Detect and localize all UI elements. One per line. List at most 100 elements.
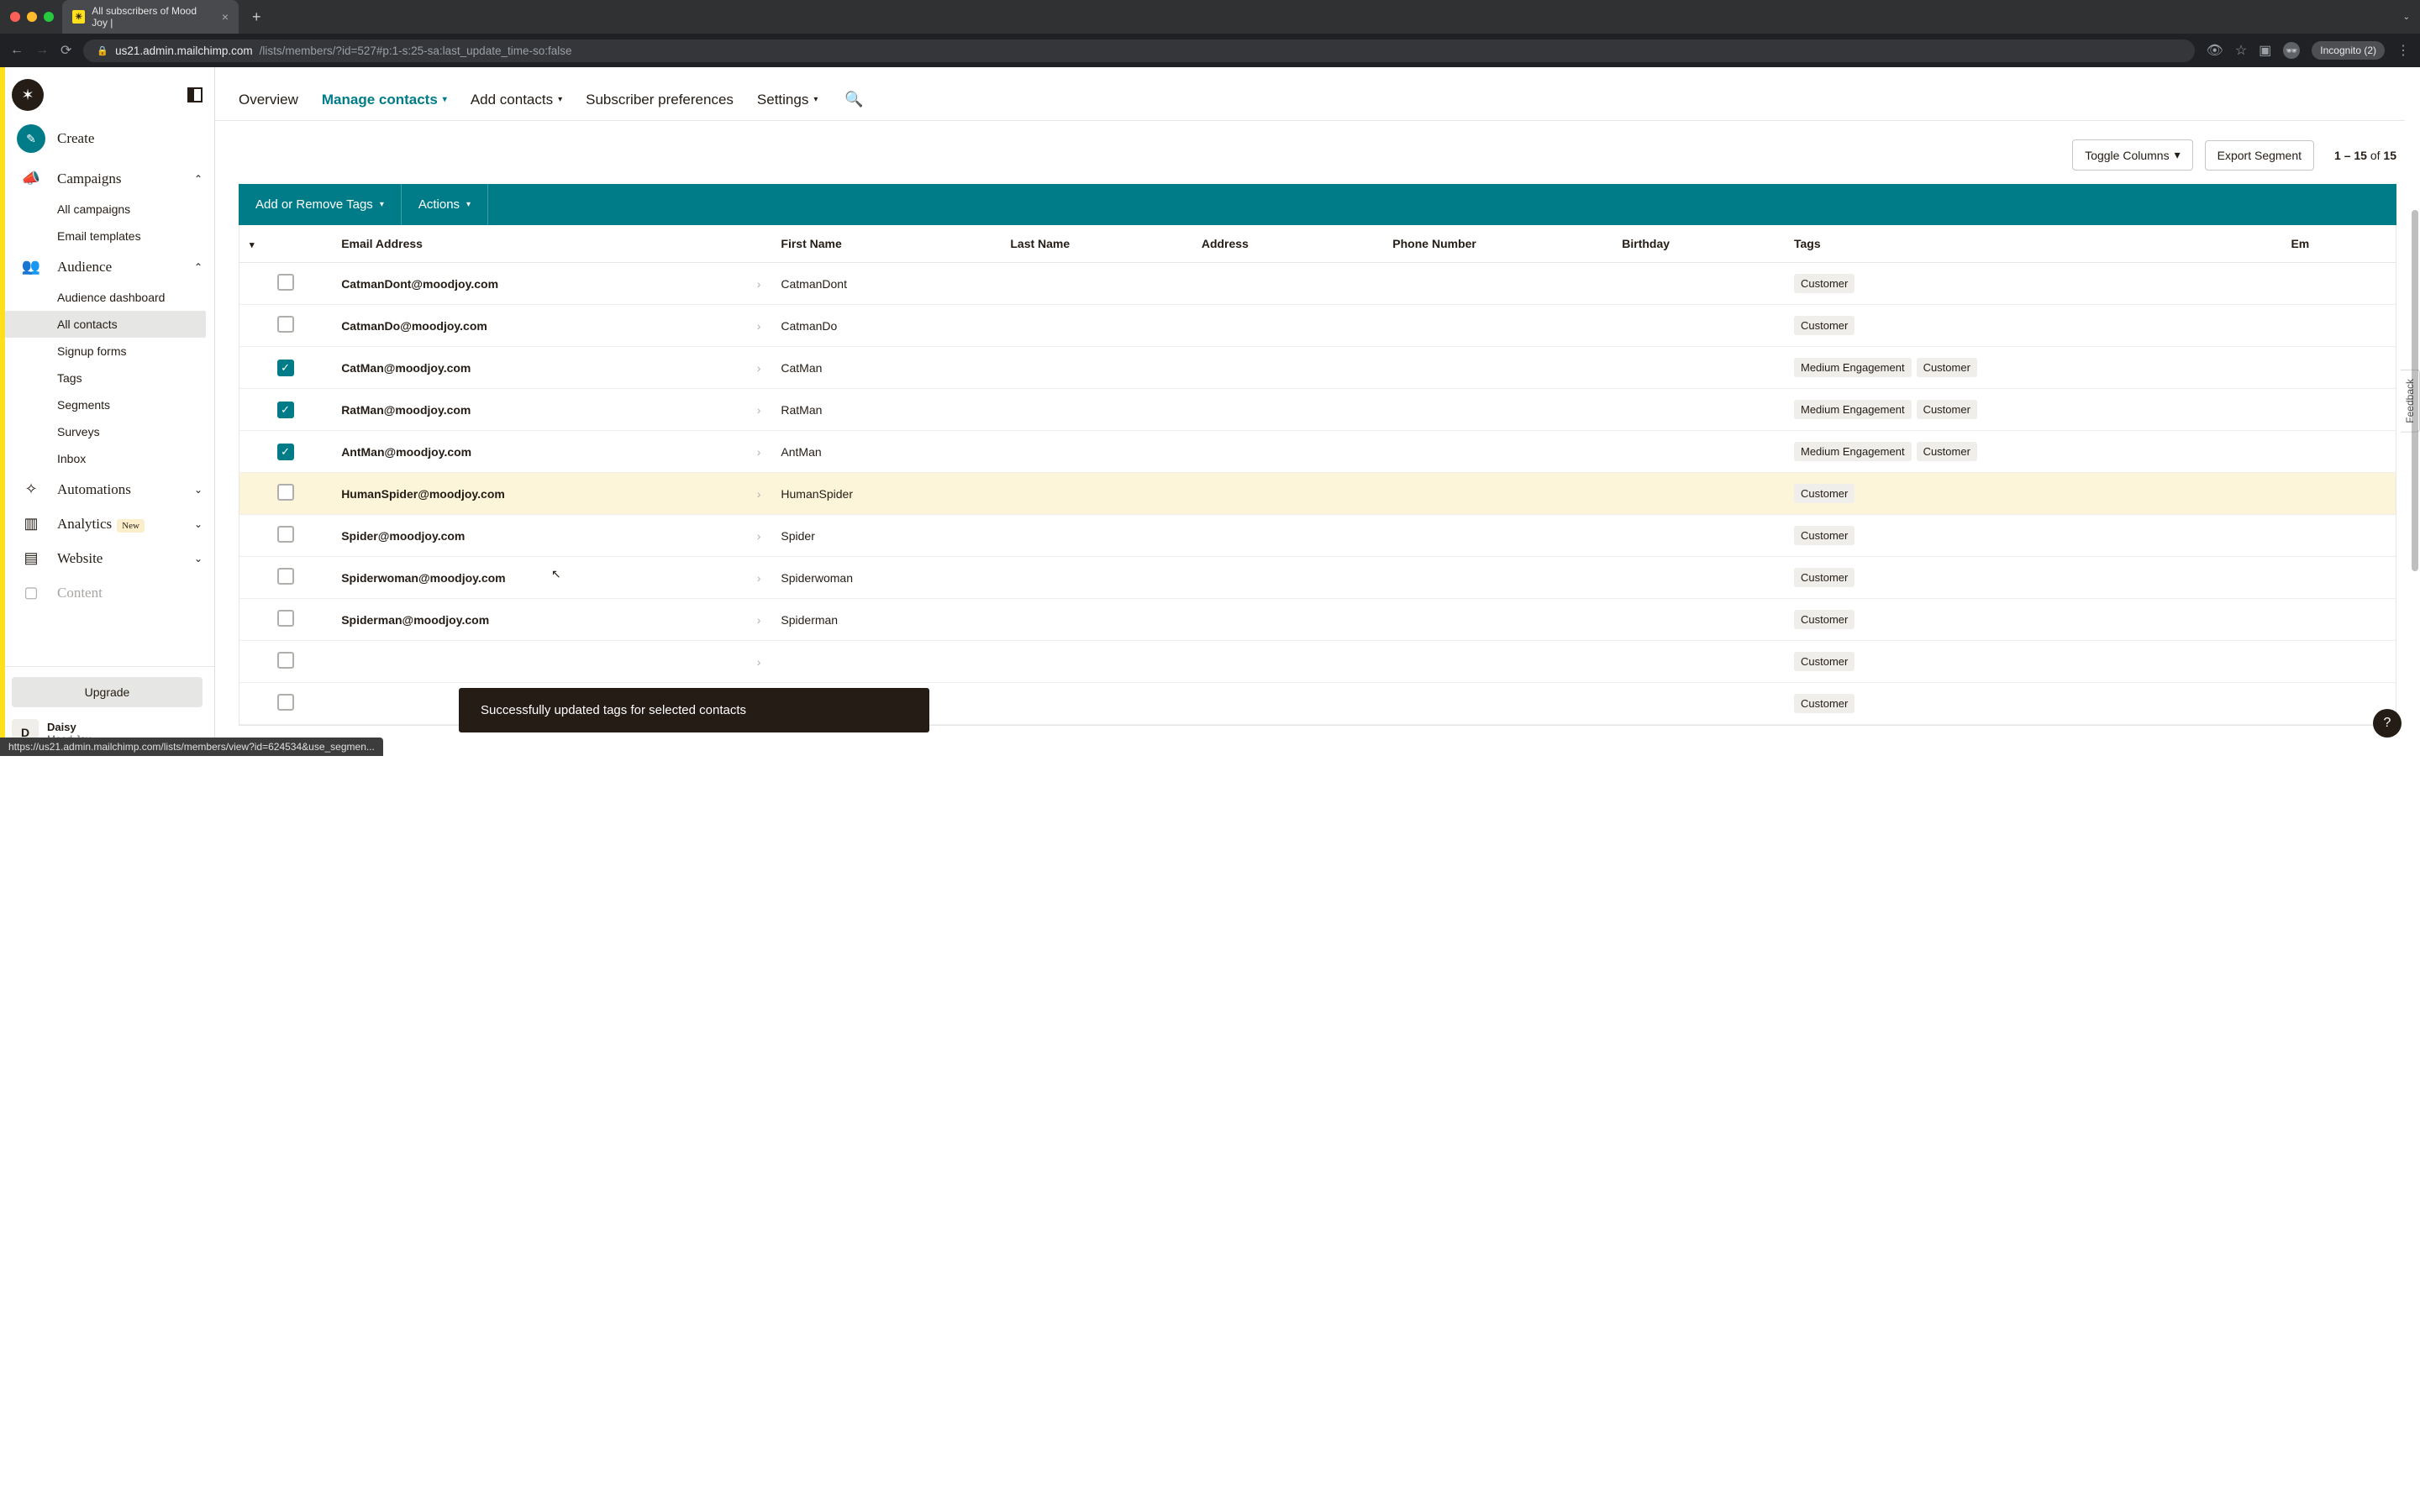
toggle-columns-button[interactable]: Toggle Columns▾ [2072, 139, 2192, 171]
contact-email[interactable]: CatmanDo@moodjoy.com [341, 319, 487, 333]
browser-tab[interactable]: ✳ All subscribers of Mood Joy | × [62, 0, 239, 34]
row-checkbox[interactable] [277, 610, 294, 627]
col-last-name[interactable]: Last Name [1000, 225, 1191, 263]
export-segment-button[interactable]: Export Segment [2205, 140, 2314, 171]
contact-email[interactable]: Spider@moodjoy.com [341, 529, 465, 543]
col-first-name[interactable]: First Name [771, 225, 1000, 263]
chevron-right-icon[interactable]: › [757, 277, 761, 291]
sidebar-item-segments[interactable]: Segments [57, 391, 214, 418]
row-checkbox[interactable] [277, 652, 294, 669]
contact-email[interactable]: RatMan@moodjoy.com [341, 403, 471, 417]
col-birthday[interactable]: Birthday [1612, 225, 1784, 263]
tab-subscriber-preferences[interactable]: Subscriber preferences [586, 92, 734, 108]
contact-email[interactable]: Spiderman@moodjoy.com [341, 613, 489, 627]
tag-chip[interactable]: Customer [1917, 442, 1977, 461]
nav-audience[interactable]: 👥 Audience ⌃ [5, 249, 214, 284]
tag-chip[interactable]: Medium Engagement [1794, 400, 1912, 419]
eye-off-icon[interactable]: 👁 [2207, 42, 2223, 59]
tag-chip[interactable]: Customer [1917, 358, 1977, 377]
tag-chip[interactable]: Customer [1794, 568, 1854, 587]
vertical-scrollbar[interactable] [2412, 210, 2418, 571]
search-icon[interactable]: 🔍 [844, 91, 863, 108]
contact-email[interactable]: HumanSpider@moodjoy.com [341, 487, 505, 501]
nav-website[interactable]: ▤ Website ⌄ [5, 541, 214, 575]
col-email-address[interactable]: Email Address [331, 225, 771, 263]
chevron-right-icon[interactable]: › [757, 571, 761, 585]
contact-email[interactable]: CatmanDont@moodjoy.com [341, 277, 498, 291]
tag-chip[interactable]: Medium Engagement [1794, 358, 1912, 377]
mailchimp-logo-icon[interactable]: ✶ [12, 79, 44, 111]
table-row[interactable]: Spiderwoman@moodjoy.com›SpiderwomanCusto… [239, 557, 2396, 599]
tag-chip[interactable]: Customer [1794, 484, 1854, 503]
upgrade-button[interactable]: Upgrade [12, 677, 203, 707]
nav-analytics[interactable]: ▥ AnalyticsNew ⌄ [5, 507, 214, 541]
nav-campaigns[interactable]: 📣 Campaigns ⌃ [5, 161, 214, 196]
tag-chip[interactable]: Customer [1794, 652, 1854, 671]
tag-chip[interactable]: Medium Engagement [1794, 442, 1912, 461]
sidebar-item-all-contacts[interactable]: All contacts [5, 311, 206, 338]
tag-chip[interactable]: Customer [1794, 610, 1854, 629]
close-window-button[interactable] [10, 12, 20, 22]
tag-chip[interactable]: Customer [1917, 400, 1977, 419]
sidebar-item-email-templates[interactable]: Email templates [57, 223, 214, 249]
table-row[interactable]: ✓AntMan@moodjoy.com›AntManMedium Engagem… [239, 431, 2396, 473]
col-phone-number[interactable]: Phone Number [1382, 225, 1612, 263]
chevron-right-icon[interactable]: › [757, 613, 761, 627]
chevron-right-icon[interactable]: › [757, 529, 761, 543]
contact-email[interactable]: AntMan@moodjoy.com [341, 445, 471, 459]
tab-overview[interactable]: Overview [239, 92, 298, 108]
table-row[interactable]: HumanSpider@moodjoy.com›HumanSpiderCusto… [239, 473, 2396, 515]
incognito-badge[interactable]: Incognito (2) [2312, 41, 2385, 60]
tag-chip[interactable]: Customer [1794, 316, 1854, 335]
minimize-window-button[interactable] [27, 12, 37, 22]
table-row[interactable]: CatmanDo@moodjoy.com›CatmanDoCustomer [239, 305, 2396, 347]
sidebar-item-signup-forms[interactable]: Signup forms [57, 338, 214, 365]
sidebar-item-surveys[interactable]: Surveys [57, 418, 214, 445]
reload-button[interactable]: ⟳ [60, 42, 71, 59]
row-checkbox[interactable]: ✓ [277, 444, 294, 460]
row-checkbox[interactable]: ✓ [277, 360, 294, 376]
tag-chip[interactable]: Customer [1794, 694, 1854, 713]
row-checkbox[interactable] [277, 568, 294, 585]
table-row[interactable]: ✓RatMan@moodjoy.com›RatManMedium Engagem… [239, 389, 2396, 431]
tab-manage-contacts[interactable]: Manage contacts▾ [322, 92, 447, 108]
col-extra[interactable]: Em [2281, 225, 2396, 263]
sidebar-item-inbox[interactable]: Inbox [57, 445, 214, 472]
tab-settings[interactable]: Settings▾ [757, 92, 818, 108]
col-address[interactable]: Address [1192, 225, 1382, 263]
address-bar[interactable]: 🔒 us21.admin.mailchimp.com/lists/members… [83, 39, 2194, 62]
table-row[interactable]: CatmanDont@moodjoy.com›CatmanDontCustome… [239, 263, 2396, 305]
sidebar-item-audience-dashboard[interactable]: Audience dashboard [57, 284, 214, 311]
collapse-sidebar-icon[interactable] [187, 87, 203, 102]
close-tab-icon[interactable]: × [222, 10, 229, 24]
table-row[interactable]: ✓CatMan@moodjoy.com›CatManMedium Engagem… [239, 347, 2396, 389]
row-checkbox[interactable] [277, 694, 294, 711]
row-checkbox[interactable] [277, 274, 294, 291]
new-tab-button[interactable]: + [247, 8, 266, 26]
contact-email[interactable]: Spiderwoman@moodjoy.com [341, 571, 505, 585]
tab-overflow-icon[interactable]: ⌄ [2403, 13, 2410, 22]
chevron-right-icon[interactable]: › [757, 445, 761, 459]
chevron-right-icon[interactable]: › [757, 655, 761, 669]
table-row[interactable]: Spiderman@moodjoy.com›SpidermanCustomer [239, 599, 2396, 641]
chevron-right-icon[interactable]: › [757, 361, 761, 375]
chevron-right-icon[interactable]: › [757, 487, 761, 501]
row-checkbox[interactable] [277, 316, 294, 333]
row-checkbox[interactable] [277, 526, 294, 543]
sidebar-item-tags[interactable]: Tags [57, 365, 214, 391]
add-remove-tags-button[interactable]: Add or Remove Tags▾ [239, 184, 402, 225]
contact-email[interactable]: CatMan@moodjoy.com [341, 361, 471, 375]
table-row[interactable]: Spider@moodjoy.com›SpiderCustomer [239, 515, 2396, 557]
row-checkbox[interactable] [277, 484, 294, 501]
maximize-window-button[interactable] [44, 12, 54, 22]
row-checkbox[interactable]: ✓ [277, 402, 294, 418]
sidebar-item-all-campaigns[interactable]: All campaigns [57, 196, 214, 223]
back-button[interactable]: ← [10, 43, 24, 58]
chevron-right-icon[interactable]: › [757, 403, 761, 417]
table-row[interactable]: › Customer [239, 641, 2396, 683]
tag-chip[interactable]: Customer [1794, 526, 1854, 545]
tab-add-contacts[interactable]: Add contacts▾ [471, 92, 562, 108]
bulk-actions-button[interactable]: Actions▾ [402, 184, 488, 225]
create-button[interactable]: ✎ Create [5, 116, 214, 161]
col-tags[interactable]: Tags [1784, 225, 2281, 263]
